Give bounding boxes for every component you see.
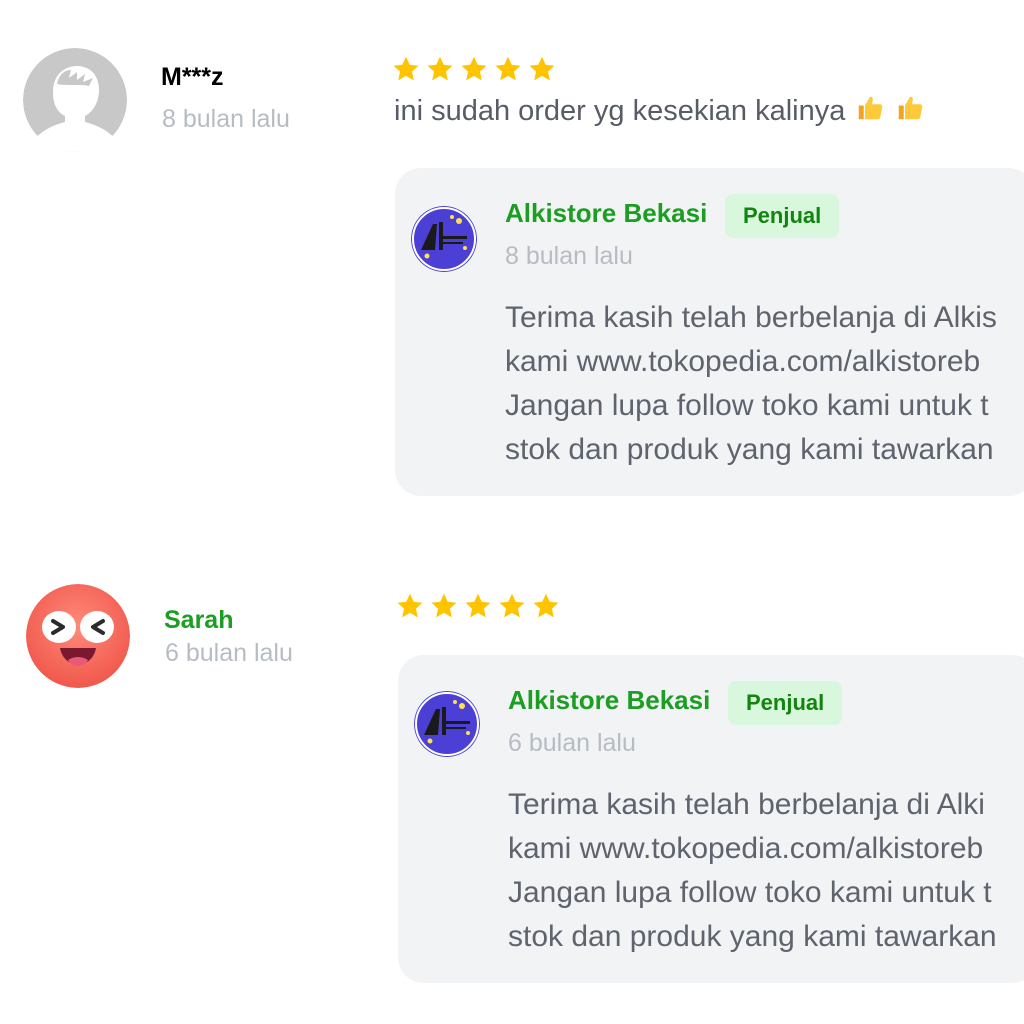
seller-badge: Penjual bbox=[725, 194, 840, 238]
thumbs-up-icon bbox=[895, 93, 925, 123]
review-time: 6 bulan lalu bbox=[165, 639, 293, 667]
reply-line: Jangan lupa follow toko kami untuk t bbox=[508, 876, 992, 909]
thumbs-up-icon bbox=[855, 93, 885, 123]
star-icon bbox=[430, 592, 458, 620]
laughing-face-avatar-icon bbox=[26, 584, 130, 688]
star-icon bbox=[396, 592, 424, 620]
reply-text: Terima kasih telah berbelanja di Alkis k… bbox=[505, 296, 997, 472]
seller-reply: Alkistore Bekasi Penjual 6 bulan lalu Te… bbox=[398, 655, 1024, 983]
default-user-avatar-icon bbox=[23, 48, 127, 152]
seller-avatar[interactable] bbox=[414, 691, 480, 757]
star-icon bbox=[426, 55, 454, 83]
star-icon bbox=[460, 55, 488, 83]
star-icon bbox=[464, 592, 492, 620]
seller-reply: Alkistore Bekasi Penjual 8 bulan lalu Te… bbox=[395, 168, 1024, 496]
reviewer-avatar[interactable] bbox=[23, 48, 127, 152]
reply-line: stok dan produk yang kami tawarkan bbox=[508, 920, 997, 953]
review-time: 8 bulan lalu bbox=[162, 105, 290, 133]
reply-text: Terima kasih telah berbelanja di Alki ka… bbox=[508, 783, 997, 959]
star-icon bbox=[494, 55, 522, 83]
review-list: M***z 8 bulan lalu ini sudah order yg ke… bbox=[0, 0, 1024, 1024]
reply-line: kami www.tokopedia.com/alkistoreb bbox=[508, 832, 984, 865]
review-text: ini sudah order yg kesekian kalinya bbox=[394, 93, 925, 128]
reply-line: Jangan lupa follow toko kami untuk t bbox=[505, 389, 989, 422]
star-icon bbox=[528, 55, 556, 83]
seller-name: Alkistore Bekasi bbox=[505, 198, 708, 228]
reviewer-name: Sarah bbox=[164, 606, 234, 634]
star-icon bbox=[392, 55, 420, 83]
star-icon bbox=[532, 592, 560, 620]
review-body: ini sudah order yg kesekian kalinya bbox=[394, 95, 846, 127]
seller-badge: Penjual bbox=[728, 681, 843, 725]
reply-line: kami www.tokopedia.com/alkistoreb bbox=[505, 345, 981, 378]
reviewer-avatar[interactable] bbox=[26, 584, 130, 688]
seller-name: Alkistore Bekasi bbox=[508, 685, 711, 715]
reply-line: Terima kasih telah berbelanja di Alkis bbox=[505, 301, 997, 334]
reply-time: 6 bulan lalu bbox=[508, 729, 636, 757]
alkistore-logo-icon bbox=[414, 691, 480, 757]
reply-line: Terima kasih telah berbelanja di Alki bbox=[508, 788, 985, 821]
seller-avatar[interactable] bbox=[411, 206, 477, 272]
alkistore-logo-icon bbox=[411, 206, 477, 272]
star-rating bbox=[392, 55, 556, 83]
star-rating bbox=[396, 592, 560, 620]
reply-time: 8 bulan lalu bbox=[505, 242, 633, 270]
star-icon bbox=[498, 592, 526, 620]
reviewer-name: M***z bbox=[161, 63, 224, 91]
reply-line: stok dan produk yang kami tawarkan bbox=[505, 433, 994, 466]
